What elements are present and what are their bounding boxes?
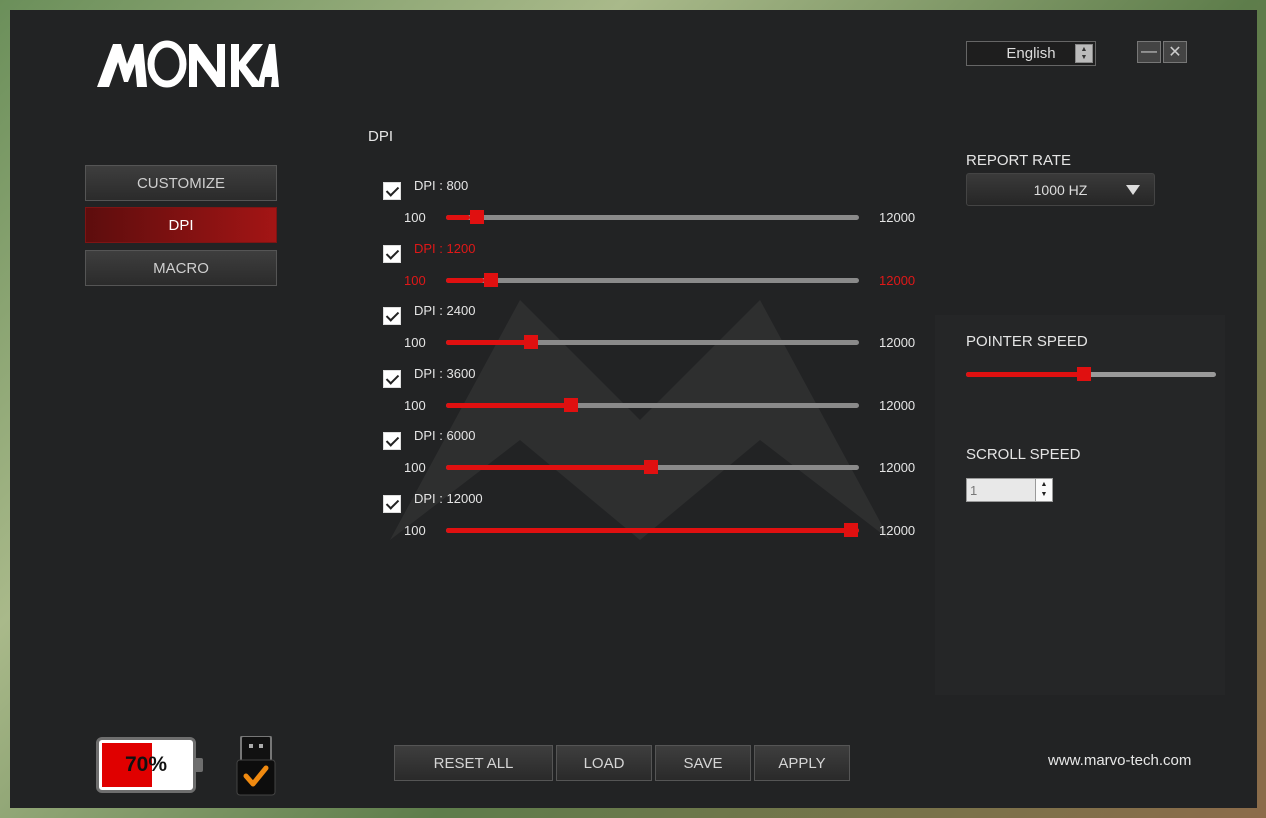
dpi-min-label: 100	[404, 460, 426, 475]
dpi-slider-fill	[446, 278, 485, 283]
up-arrow-icon: ▲	[1040, 481, 1048, 488]
nav-macro[interactable]: MACRO	[85, 250, 277, 286]
monka-logo	[97, 40, 279, 88]
minimize-icon: —	[1141, 43, 1157, 60]
dpi-min-label: 100	[404, 523, 426, 538]
dpi-slider-thumb[interactable]	[563, 398, 578, 412]
dpi-max-label: 12000	[879, 273, 916, 288]
usb-connected-icon	[236, 736, 276, 796]
dpi-slider[interactable]	[446, 335, 859, 349]
dpi-checkbox[interactable]	[383, 370, 401, 388]
dpi-max-label: 12000	[879, 210, 916, 225]
dpi-level-label: DPI : 2400	[414, 303, 476, 318]
nav-dpi[interactable]: DPI	[85, 207, 277, 243]
dpi-slider[interactable]	[446, 460, 859, 474]
dpi-checkbox[interactable]	[383, 182, 401, 200]
dpi-level-label: DPI : 12000	[414, 491, 483, 506]
language-select[interactable]: English ▲ ▼	[966, 41, 1096, 66]
pointer-speed-thumb[interactable]	[1076, 367, 1091, 381]
dpi-max-label: 12000	[879, 523, 916, 538]
dpi-slider-fill	[446, 528, 859, 533]
pointer-speed-slider[interactable]	[966, 367, 1216, 381]
dpi-slider-fill	[446, 340, 526, 345]
apply-label: APPLY	[778, 754, 826, 772]
battery-label: 70%	[124, 753, 168, 776]
report-rate-dropdown[interactable]: 1000 HZ	[966, 173, 1155, 206]
load-button[interactable]: LOAD	[556, 745, 652, 781]
scroll-speed-value: 1	[970, 483, 978, 498]
language-spinner[interactable]: ▲ ▼	[1075, 44, 1093, 63]
close-button[interactable]: ✕	[1163, 41, 1187, 63]
nav-customize[interactable]: CUSTOMIZE	[85, 165, 277, 201]
battery-tip	[196, 758, 203, 772]
dropdown-arrow-icon	[1126, 185, 1140, 195]
reset-all-label: RESET ALL	[433, 754, 514, 772]
scroll-speed-title: SCROLL SPEED	[966, 446, 1081, 463]
pointer-speed-title: POINTER SPEED	[966, 333, 1088, 350]
dpi-slider-fill	[446, 215, 471, 220]
nav-customize-label: CUSTOMIZE	[136, 174, 226, 192]
dpi-slider[interactable]	[446, 523, 859, 537]
reset-all-button[interactable]: RESET ALL	[394, 745, 553, 781]
report-rate-title: REPORT RATE	[966, 152, 1072, 169]
dpi-checkbox[interactable]	[383, 495, 401, 513]
scroll-speed-spinner[interactable]: ▲ ▼	[1035, 479, 1052, 501]
dpi-max-label: 12000	[879, 335, 916, 350]
dpi-slider-thumb[interactable]	[483, 273, 498, 287]
close-icon: ✕	[1168, 44, 1182, 61]
report-rate-value: 1000 HZ	[1033, 181, 1088, 198]
dpi-min-label: 100	[404, 273, 426, 288]
dpi-slider-thumb[interactable]	[470, 210, 485, 224]
dpi-level-label: DPI : 800	[414, 178, 469, 193]
dpi-min-label: 100	[404, 210, 426, 225]
dpi-slider[interactable]	[446, 210, 859, 224]
dpi-checkbox[interactable]	[383, 245, 401, 263]
dpi-checkbox[interactable]	[383, 307, 401, 325]
dpi-section-title: DPI	[368, 128, 394, 145]
down-arrow-icon: ▼	[1080, 53, 1088, 61]
dpi-slider[interactable]	[446, 273, 859, 287]
pointer-speed-fill	[966, 372, 1084, 377]
up-arrow-icon: ▲	[1080, 45, 1088, 53]
down-arrow-icon: ▼	[1040, 491, 1048, 498]
dpi-slider-thumb[interactable]	[523, 335, 538, 349]
dpi-checkbox[interactable]	[383, 432, 401, 450]
apply-button[interactable]: APPLY	[754, 745, 850, 781]
language-value: English	[1006, 45, 1056, 62]
dpi-min-label: 100	[404, 398, 426, 413]
dpi-slider-thumb[interactable]	[643, 460, 658, 474]
scroll-speed-input[interactable]: 1 ▲ ▼	[966, 478, 1053, 502]
dpi-min-label: 100	[404, 335, 426, 350]
save-label: SAVE	[683, 754, 723, 772]
nav-dpi-label: DPI	[168, 216, 194, 234]
dpi-level-label: DPI : 3600	[414, 366, 476, 381]
dpi-level-label: DPI : 6000	[414, 428, 476, 443]
dpi-slider-thumb[interactable]	[844, 523, 858, 537]
dpi-slider[interactable]	[446, 398, 859, 412]
dpi-slider-fill	[446, 403, 568, 408]
load-label: LOAD	[583, 754, 625, 772]
battery-indicator: 70%	[96, 737, 203, 793]
nav-macro-label: MACRO	[153, 259, 209, 277]
minimize-button[interactable]: —	[1137, 41, 1161, 63]
dpi-max-label: 12000	[879, 398, 916, 413]
website-link[interactable]: www.marvo-tech.com	[1048, 752, 1191, 769]
dpi-level-label: DPI : 1200	[414, 241, 476, 256]
dpi-slider-fill	[446, 465, 651, 470]
dpi-max-label: 12000	[879, 460, 916, 475]
save-button[interactable]: SAVE	[655, 745, 751, 781]
